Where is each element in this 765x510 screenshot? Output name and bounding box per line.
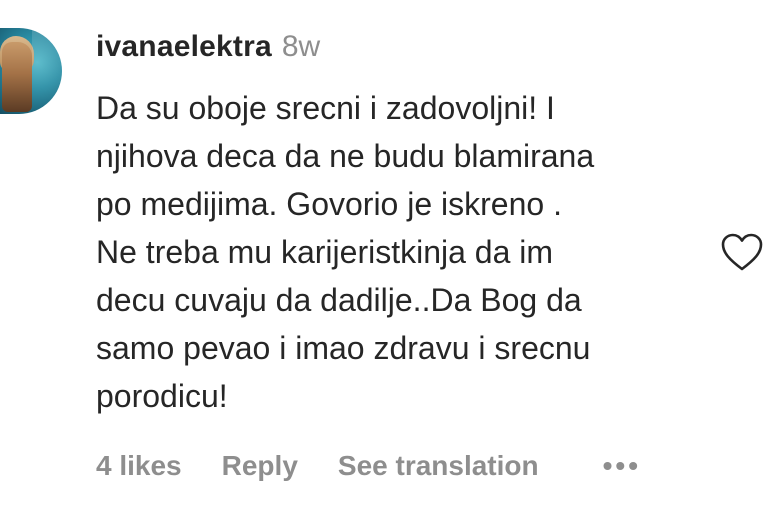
- comment-timestamp[interactable]: 8w: [282, 30, 320, 64]
- comment-item: ivanaelektra 8w Da su oboje srecni i zad…: [0, 0, 765, 510]
- likes-count-button[interactable]: 4 likes: [96, 450, 182, 482]
- comment-line: decu cuvaju da dadilje..Da Bog da: [96, 282, 582, 318]
- more-options-icon[interactable]: •••: [603, 450, 641, 482]
- comment-body: Da su oboje srecni i zadovoljni! I njiho…: [96, 84, 716, 420]
- comment-line: Da su oboje srecni i zadovoljni! I: [96, 90, 555, 126]
- avatar-shine: [32, 28, 62, 114]
- avatar[interactable]: [0, 28, 62, 114]
- comment-line: njihova deca da ne budu blamirana: [96, 138, 595, 174]
- see-translation-button[interactable]: See translation: [338, 450, 539, 482]
- comment-line: po medijima. Govorio je iskreno .: [96, 186, 562, 222]
- heart-icon[interactable]: [720, 232, 764, 272]
- username-link[interactable]: ivanaelektra: [96, 30, 272, 64]
- comment-header: ivanaelektra 8w: [96, 30, 320, 72]
- comment-line: Ne treba mu karijeristkinja da im: [96, 234, 554, 270]
- comment-actions: 4 likes Reply See translation •••: [96, 446, 641, 486]
- comment-line: porodicu!: [96, 378, 228, 414]
- heart-outline-svg: [721, 233, 763, 271]
- avatar-figure-shape: [2, 42, 32, 112]
- comment-line: samo pevao i imao zdravu i srecnu: [96, 330, 591, 366]
- reply-button[interactable]: Reply: [222, 450, 298, 482]
